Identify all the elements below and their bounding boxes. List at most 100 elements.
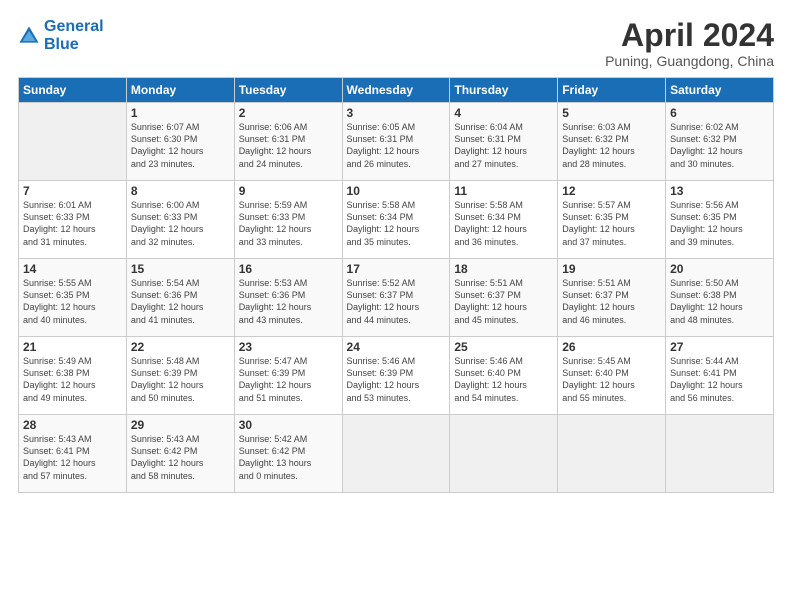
- day-cell: [666, 415, 774, 493]
- day-cell: 2Sunrise: 6:06 AM Sunset: 6:31 PM Daylig…: [234, 103, 342, 181]
- day-cell: 5Sunrise: 6:03 AM Sunset: 6:32 PM Daylig…: [558, 103, 666, 181]
- page: General Blue April 2024 Puning, Guangdon…: [0, 0, 792, 612]
- day-cell: 27Sunrise: 5:44 AM Sunset: 6:41 PM Dayli…: [666, 337, 774, 415]
- day-number: 6: [670, 106, 769, 120]
- day-cell: 15Sunrise: 5:54 AM Sunset: 6:36 PM Dayli…: [126, 259, 234, 337]
- day-info: Sunrise: 5:45 AM Sunset: 6:40 PM Dayligh…: [562, 355, 661, 404]
- day-cell: [450, 415, 558, 493]
- day-number: 24: [347, 340, 446, 354]
- day-info: Sunrise: 6:02 AM Sunset: 6:32 PM Dayligh…: [670, 121, 769, 170]
- logo-blue: Blue: [44, 36, 104, 54]
- day-cell: 23Sunrise: 5:47 AM Sunset: 6:39 PM Dayli…: [234, 337, 342, 415]
- day-number: 13: [670, 184, 769, 198]
- day-info: Sunrise: 5:55 AM Sunset: 6:35 PM Dayligh…: [23, 277, 122, 326]
- week-row-3: 14Sunrise: 5:55 AM Sunset: 6:35 PM Dayli…: [19, 259, 774, 337]
- day-cell: [19, 103, 127, 181]
- day-cell: 11Sunrise: 5:58 AM Sunset: 6:34 PM Dayli…: [450, 181, 558, 259]
- day-number: 21: [23, 340, 122, 354]
- month-title: April 2024: [605, 18, 774, 53]
- day-cell: 9Sunrise: 5:59 AM Sunset: 6:33 PM Daylig…: [234, 181, 342, 259]
- day-number: 15: [131, 262, 230, 276]
- day-cell: 30Sunrise: 5:42 AM Sunset: 6:42 PM Dayli…: [234, 415, 342, 493]
- logo: General Blue: [18, 18, 104, 53]
- day-info: Sunrise: 5:51 AM Sunset: 6:37 PM Dayligh…: [562, 277, 661, 326]
- day-cell: 19Sunrise: 5:51 AM Sunset: 6:37 PM Dayli…: [558, 259, 666, 337]
- day-info: Sunrise: 5:42 AM Sunset: 6:42 PM Dayligh…: [239, 433, 338, 482]
- day-info: Sunrise: 5:43 AM Sunset: 6:42 PM Dayligh…: [131, 433, 230, 482]
- day-info: Sunrise: 5:57 AM Sunset: 6:35 PM Dayligh…: [562, 199, 661, 248]
- day-number: 8: [131, 184, 230, 198]
- day-info: Sunrise: 5:51 AM Sunset: 6:37 PM Dayligh…: [454, 277, 553, 326]
- day-number: 23: [239, 340, 338, 354]
- day-cell: 22Sunrise: 5:48 AM Sunset: 6:39 PM Dayli…: [126, 337, 234, 415]
- day-number: 27: [670, 340, 769, 354]
- day-info: Sunrise: 5:43 AM Sunset: 6:41 PM Dayligh…: [23, 433, 122, 482]
- day-number: 2: [239, 106, 338, 120]
- day-number: 10: [347, 184, 446, 198]
- day-info: Sunrise: 6:00 AM Sunset: 6:33 PM Dayligh…: [131, 199, 230, 248]
- day-info: Sunrise: 5:46 AM Sunset: 6:40 PM Dayligh…: [454, 355, 553, 404]
- day-cell: 13Sunrise: 5:56 AM Sunset: 6:35 PM Dayli…: [666, 181, 774, 259]
- day-number: 9: [239, 184, 338, 198]
- day-info: Sunrise: 5:46 AM Sunset: 6:39 PM Dayligh…: [347, 355, 446, 404]
- day-number: 28: [23, 418, 122, 432]
- day-info: Sunrise: 5:53 AM Sunset: 6:36 PM Dayligh…: [239, 277, 338, 326]
- day-info: Sunrise: 5:48 AM Sunset: 6:39 PM Dayligh…: [131, 355, 230, 404]
- day-cell: 10Sunrise: 5:58 AM Sunset: 6:34 PM Dayli…: [342, 181, 450, 259]
- day-info: Sunrise: 6:06 AM Sunset: 6:31 PM Dayligh…: [239, 121, 338, 170]
- day-cell: 26Sunrise: 5:45 AM Sunset: 6:40 PM Dayli…: [558, 337, 666, 415]
- day-number: 4: [454, 106, 553, 120]
- day-number: 26: [562, 340, 661, 354]
- day-cell: 29Sunrise: 5:43 AM Sunset: 6:42 PM Dayli…: [126, 415, 234, 493]
- week-row-5: 28Sunrise: 5:43 AM Sunset: 6:41 PM Dayli…: [19, 415, 774, 493]
- day-cell: 25Sunrise: 5:46 AM Sunset: 6:40 PM Dayli…: [450, 337, 558, 415]
- day-number: 30: [239, 418, 338, 432]
- location: Puning, Guangdong, China: [605, 53, 774, 69]
- header-row: Sunday Monday Tuesday Wednesday Thursday…: [19, 78, 774, 103]
- day-number: 29: [131, 418, 230, 432]
- col-sunday: Sunday: [19, 78, 127, 103]
- day-info: Sunrise: 5:58 AM Sunset: 6:34 PM Dayligh…: [454, 199, 553, 248]
- day-cell: 12Sunrise: 5:57 AM Sunset: 6:35 PM Dayli…: [558, 181, 666, 259]
- day-info: Sunrise: 6:05 AM Sunset: 6:31 PM Dayligh…: [347, 121, 446, 170]
- day-number: 17: [347, 262, 446, 276]
- week-row-2: 7Sunrise: 6:01 AM Sunset: 6:33 PM Daylig…: [19, 181, 774, 259]
- day-number: 12: [562, 184, 661, 198]
- day-number: 19: [562, 262, 661, 276]
- day-info: Sunrise: 5:54 AM Sunset: 6:36 PM Dayligh…: [131, 277, 230, 326]
- day-info: Sunrise: 6:04 AM Sunset: 6:31 PM Dayligh…: [454, 121, 553, 170]
- col-friday: Friday: [558, 78, 666, 103]
- day-cell: 21Sunrise: 5:49 AM Sunset: 6:38 PM Dayli…: [19, 337, 127, 415]
- day-cell: 1Sunrise: 6:07 AM Sunset: 6:30 PM Daylig…: [126, 103, 234, 181]
- day-info: Sunrise: 5:44 AM Sunset: 6:41 PM Dayligh…: [670, 355, 769, 404]
- day-number: 3: [347, 106, 446, 120]
- day-cell: [558, 415, 666, 493]
- day-info: Sunrise: 5:49 AM Sunset: 6:38 PM Dayligh…: [23, 355, 122, 404]
- day-cell: 20Sunrise: 5:50 AM Sunset: 6:38 PM Dayli…: [666, 259, 774, 337]
- day-info: Sunrise: 5:50 AM Sunset: 6:38 PM Dayligh…: [670, 277, 769, 326]
- day-info: Sunrise: 6:07 AM Sunset: 6:30 PM Dayligh…: [131, 121, 230, 170]
- day-info: Sunrise: 5:58 AM Sunset: 6:34 PM Dayligh…: [347, 199, 446, 248]
- day-info: Sunrise: 6:01 AM Sunset: 6:33 PM Dayligh…: [23, 199, 122, 248]
- day-number: 7: [23, 184, 122, 198]
- day-number: 16: [239, 262, 338, 276]
- day-cell: 8Sunrise: 6:00 AM Sunset: 6:33 PM Daylig…: [126, 181, 234, 259]
- day-cell: 28Sunrise: 5:43 AM Sunset: 6:41 PM Dayli…: [19, 415, 127, 493]
- day-cell: 24Sunrise: 5:46 AM Sunset: 6:39 PM Dayli…: [342, 337, 450, 415]
- day-cell: 3Sunrise: 6:05 AM Sunset: 6:31 PM Daylig…: [342, 103, 450, 181]
- day-cell: 4Sunrise: 6:04 AM Sunset: 6:31 PM Daylig…: [450, 103, 558, 181]
- calendar-table: Sunday Monday Tuesday Wednesday Thursday…: [18, 77, 774, 493]
- day-info: Sunrise: 5:47 AM Sunset: 6:39 PM Dayligh…: [239, 355, 338, 404]
- col-wednesday: Wednesday: [342, 78, 450, 103]
- day-cell: 17Sunrise: 5:52 AM Sunset: 6:37 PM Dayli…: [342, 259, 450, 337]
- day-number: 22: [131, 340, 230, 354]
- col-thursday: Thursday: [450, 78, 558, 103]
- day-info: Sunrise: 5:52 AM Sunset: 6:37 PM Dayligh…: [347, 277, 446, 326]
- day-number: 25: [454, 340, 553, 354]
- day-cell: 7Sunrise: 6:01 AM Sunset: 6:33 PM Daylig…: [19, 181, 127, 259]
- logo-icon: [18, 25, 40, 47]
- week-row-1: 1Sunrise: 6:07 AM Sunset: 6:30 PM Daylig…: [19, 103, 774, 181]
- day-cell: 6Sunrise: 6:02 AM Sunset: 6:32 PM Daylig…: [666, 103, 774, 181]
- col-saturday: Saturday: [666, 78, 774, 103]
- day-cell: [342, 415, 450, 493]
